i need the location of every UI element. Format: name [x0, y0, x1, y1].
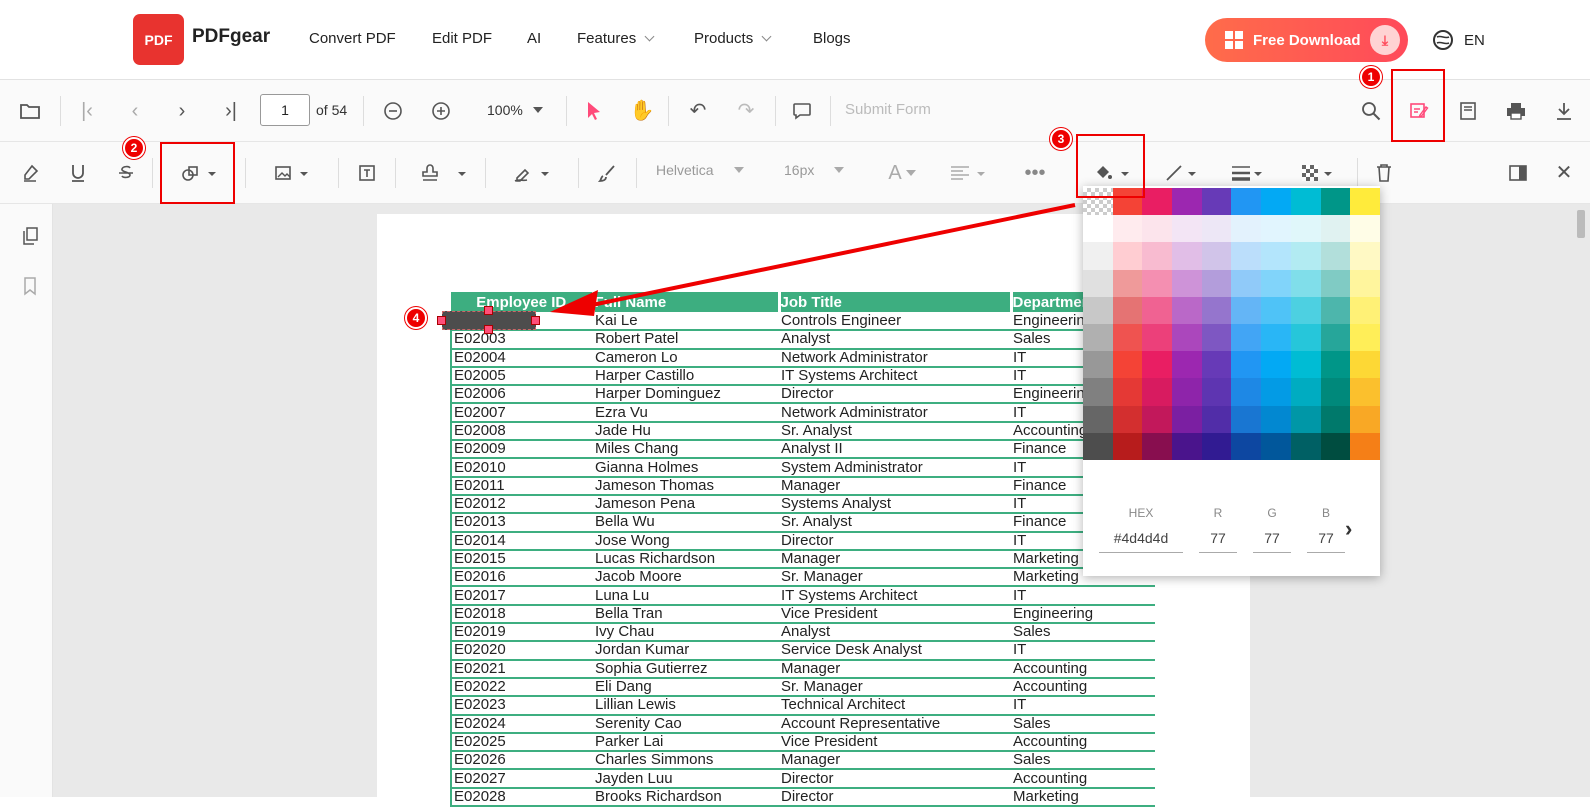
- annotation-arrow: [550, 203, 1076, 316]
